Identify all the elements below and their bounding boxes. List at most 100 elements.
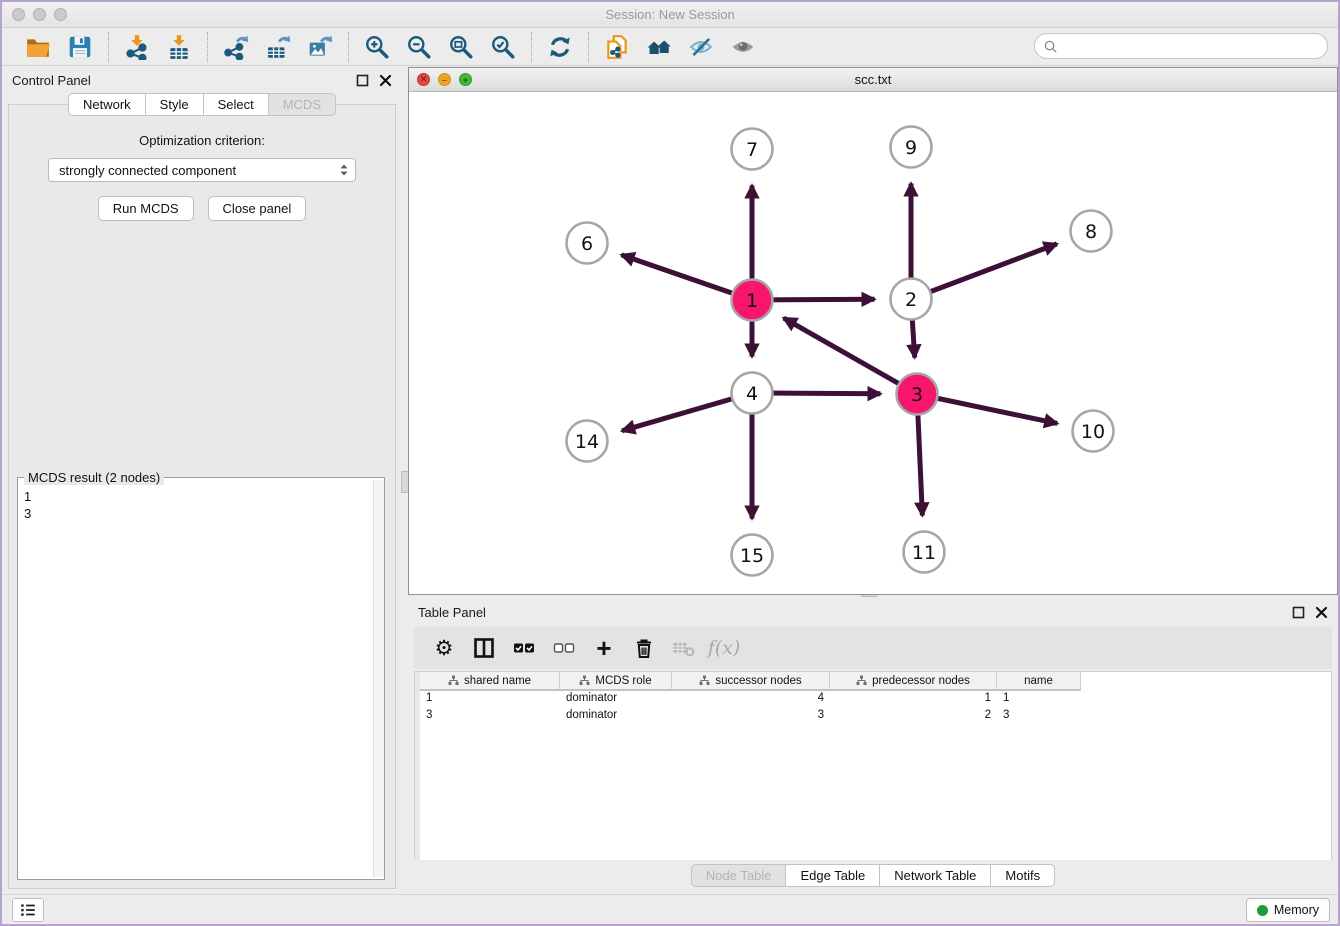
show-eye-icon[interactable]: [725, 32, 761, 62]
table-body: 1dominator4113dominator323: [420, 691, 1081, 725]
close-panel-button[interactable]: Close panel: [208, 196, 307, 221]
mcds-result-box: MCDS result (2 nodes) 13: [17, 477, 385, 880]
result-line: 3: [24, 505, 380, 522]
graph-node-label-7: 7: [746, 139, 758, 161]
network-graph: 7968124314101511: [409, 92, 1337, 594]
run-mcds-button[interactable]: Run MCDS: [98, 196, 194, 221]
search-box[interactable]: [1034, 33, 1328, 59]
column-header-mcds-role[interactable]: MCDS role: [560, 672, 672, 689]
network-file-icon[interactable]: [599, 32, 635, 62]
tab-style[interactable]: Style: [145, 93, 203, 116]
network-close-button[interactable]: ✕: [417, 73, 430, 86]
import-network-icon[interactable]: [119, 32, 155, 62]
float-panel-icon[interactable]: [356, 74, 369, 87]
memory-button[interactable]: Memory: [1246, 898, 1330, 922]
delete-row-icon[interactable]: [626, 631, 662, 665]
import-table-icon[interactable]: [161, 32, 197, 62]
close-panel-icon[interactable]: [379, 74, 392, 87]
column-header-successor-nodes[interactable]: successor nodes: [672, 672, 830, 689]
table-cell[interactable]: 3: [420, 708, 560, 725]
task-history-button[interactable]: [12, 898, 44, 922]
network-canvas[interactable]: 7968124314101511: [409, 92, 1337, 594]
optimization-criterion-dropdown[interactable]: strongly connected component: [48, 158, 356, 182]
tab-network[interactable]: Network: [68, 93, 145, 116]
result-scrollbar[interactable]: [373, 480, 384, 877]
table-cell[interactable]: 1: [997, 691, 1081, 708]
graph-node-label-1: 1: [746, 290, 758, 312]
control-panel-header: Control Panel: [2, 67, 402, 93]
column-header-label: successor nodes: [715, 675, 801, 687]
add-row-icon[interactable]: +: [586, 631, 622, 665]
toolbar-groups: [10, 32, 771, 62]
column-header-predecessor-nodes[interactable]: predecessor nodes: [830, 672, 997, 689]
zoom-fit-icon[interactable]: [443, 32, 479, 62]
tab-motifs[interactable]: Motifs: [990, 864, 1055, 887]
graph-edge-2-8[interactable]: [911, 244, 1057, 299]
network-maximize-button[interactable]: +: [459, 73, 472, 86]
table-cell[interactable]: dominator: [560, 708, 672, 725]
graph-edge-3-1[interactable]: [784, 318, 917, 394]
toolbar-group: [208, 32, 348, 62]
tab-node-table[interactable]: Node Table: [691, 864, 786, 887]
open-folder-icon[interactable]: [20, 32, 56, 62]
table-cell[interactable]: 1: [830, 691, 997, 708]
graph-node-label-8: 8: [1085, 221, 1097, 243]
settings-gear-icon[interactable]: ⚙: [426, 631, 462, 665]
table-row[interactable]: 1dominator411: [420, 691, 1081, 708]
refresh-icon[interactable]: [542, 32, 578, 62]
close-window-button[interactable]: [12, 8, 25, 21]
optimization-criterion-label: Optimization criterion:: [139, 133, 265, 148]
toolbar-group: [109, 32, 207, 62]
table-cell[interactable]: 3: [997, 708, 1081, 725]
delete-table-icon: [666, 631, 702, 665]
graph-node-label-10: 10: [1081, 421, 1105, 443]
mcds-result-lines: 13: [18, 478, 384, 526]
deselect-all-icon[interactable]: [546, 631, 582, 665]
network-window-title: scc.txt: [409, 68, 1337, 92]
float-table-panel-icon[interactable]: [1292, 606, 1305, 619]
list-icon: [19, 901, 37, 919]
search-input[interactable]: [1058, 39, 1327, 54]
network-window-titlebar[interactable]: ✕ – + scc.txt: [409, 68, 1337, 92]
save-icon[interactable]: [62, 32, 98, 62]
table-cell[interactable]: 3: [672, 708, 830, 725]
export-table-icon[interactable]: [260, 32, 296, 62]
graph-node-label-6: 6: [581, 233, 593, 255]
home-icon[interactable]: [641, 32, 677, 62]
dropdown-value: strongly connected component: [59, 163, 337, 178]
table-toolbar: ⚙ + f(x): [414, 627, 1332, 669]
maximize-window-button[interactable]: [54, 8, 67, 21]
graph-node-label-11: 11: [912, 542, 936, 564]
close-table-panel-icon[interactable]: [1315, 606, 1328, 619]
table-cell[interactable]: 1: [420, 691, 560, 708]
select-all-icon[interactable]: [506, 631, 542, 665]
tab-network-table[interactable]: Network Table: [879, 864, 990, 887]
table-row[interactable]: 3dominator323: [420, 708, 1081, 725]
graph-node-label-15: 15: [740, 545, 764, 567]
column-header-shared-name[interactable]: shared name: [420, 672, 560, 689]
tab-mcds[interactable]: MCDS: [268, 93, 336, 116]
export-network-icon[interactable]: [218, 32, 254, 62]
minimize-window-button[interactable]: [33, 8, 46, 21]
tab-select[interactable]: Select: [203, 93, 268, 116]
table-cell[interactable]: 2: [830, 708, 997, 725]
control-panel: Control Panel NetworkStyleSelectMCDS Opt…: [2, 67, 402, 898]
dropdown-stepper-icon: [337, 162, 351, 178]
export-image-icon[interactable]: [302, 32, 338, 62]
network-window-controls: ✕ – +: [417, 73, 472, 86]
network-minimize-button[interactable]: –: [438, 73, 451, 86]
column-header-name[interactable]: name: [997, 672, 1081, 689]
tab-edge-table[interactable]: Edge Table: [785, 864, 879, 887]
zoom-selected-icon[interactable]: [485, 32, 521, 62]
columns-icon[interactable]: [466, 631, 502, 665]
toolbar-group: [349, 32, 531, 62]
zoom-in-icon[interactable]: [359, 32, 395, 62]
graph-node-label-14: 14: [575, 431, 599, 453]
zoom-out-icon[interactable]: [401, 32, 437, 62]
table-cell[interactable]: 4: [672, 691, 830, 708]
mcds-tab-content: Optimization criterion: strongly connect…: [8, 104, 396, 889]
hide-eye-icon[interactable]: [683, 32, 719, 62]
toolbar-group: [589, 32, 771, 62]
table-cell[interactable]: dominator: [560, 691, 672, 708]
function-builder-icon: f(x): [706, 631, 742, 665]
